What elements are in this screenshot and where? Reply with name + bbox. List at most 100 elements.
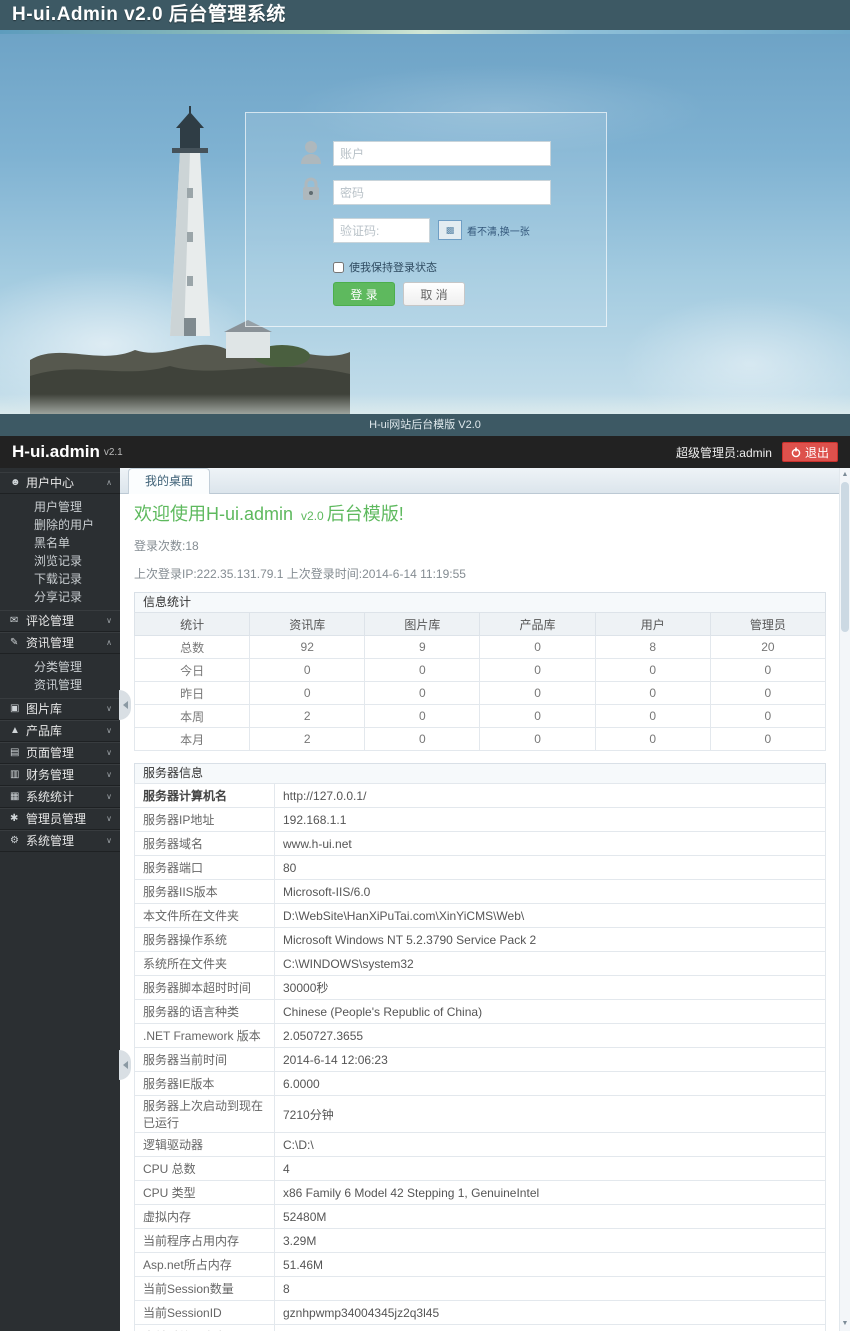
sidebar-item-2[interactable]: ✎资讯管理∧ [0,632,120,654]
scrollbar-thumb[interactable] [841,482,849,632]
sidebar-item-label: 页面管理 [26,743,106,763]
server-label-cell: 服务器域名 [135,832,275,856]
stats-row: 今日00000 [135,659,826,682]
admin-key-icon: ✱ [10,809,26,829]
stats-cell: 0 [365,728,480,751]
captcha-refresh-link[interactable]: 看不清,换一张 [467,223,530,238]
sidebar-item-label: 产品库 [26,721,106,741]
remember-me-row: 使我保持登录状态 [333,259,437,275]
logout-button[interactable]: 退出 [782,442,838,462]
stats-cell: 92 [250,636,365,659]
server-label-cell: 系统所在文件夹 [135,952,275,976]
last-login-text: 上次登录IP:222.35.131.79.1 上次登录时间:2014-6-14 … [134,565,826,582]
captcha-input[interactable] [333,218,430,243]
password-input[interactable] [333,180,551,205]
sidebar-item-label: 用户中心 [26,473,106,493]
sidebar-item-9[interactable]: ⚙系统管理∨ [0,830,120,852]
server-row: 服务器脚本超时时间30000秒 [135,976,826,1000]
comment-icon: ✉ [10,611,26,631]
stats-cell: 2 [250,705,365,728]
stats-section: 信息统计 统计资讯库图片库产品库用户管理员总数9290820今日00000昨日0… [134,592,826,751]
admin-body: ☻用户中心∧ 用户管理删除的用户黑名单浏览记录下载记录分享记录 ✉评论管理∨✎资讯管… [0,468,850,1331]
tab-0[interactable]: 我的桌面 [128,468,210,494]
product-icon: ▲ [10,721,26,741]
server-label-cell: 本文件所在文件夹 [135,904,275,928]
server-row: 服务器操作系统Microsoft Windows NT 5.2.3790 Ser… [135,928,826,952]
stats-cell: 0 [480,636,595,659]
sidebar-item-label: 系统统计 [26,787,106,807]
server-row: 当前系统用户名NETWORK SERVICE [135,1325,826,1331]
sidebar-subitem[interactable]: 用户管理 [0,498,120,516]
server-label-cell: 服务器IIS版本 [135,880,275,904]
sidebar-subitem[interactable]: 分享记录 [0,588,120,606]
server-value-cell: 8 [275,1277,826,1301]
stats-cell: 0 [595,728,710,751]
scroll-up-arrow-icon[interactable]: ▲ [840,469,850,481]
vertical-scrollbar[interactable]: ▲ ▼ [839,468,850,1331]
stats-header-cell: 资讯库 [250,613,365,636]
sidebar-submenu: 分类管理资讯管理 [0,654,120,698]
stats-cell: 0 [480,682,595,705]
sidebar-item-3[interactable]: ▣图片库∨ [0,698,120,720]
stats-header-cell: 用户 [595,613,710,636]
server-label-cell: 服务器操作系统 [135,928,275,952]
server-value-cell: Microsoft-IIS/6.0 [275,880,826,904]
sidebar-item-6[interactable]: ▥财务管理∨ [0,764,120,786]
welcome-prefix: 欢迎使用H-ui.admin [134,504,298,524]
stats-cell: 昨日 [135,682,250,705]
sidebar-item-8[interactable]: ✱管理员管理∨ [0,808,120,830]
sidebar-subitem[interactable]: 浏览记录 [0,552,120,570]
sidebar-item-7[interactable]: ▦系统统计∨ [0,786,120,808]
server-label-cell: 服务器端口 [135,856,275,880]
login-button[interactable]: 登 录 [333,282,395,306]
sidebar-subitem[interactable]: 下载记录 [0,570,120,588]
remember-me-checkbox[interactable] [333,262,344,273]
scroll-down-arrow-icon[interactable]: ▼ [840,1318,850,1330]
sidebar-group-6: ▥财务管理∨ [0,764,120,786]
chevron-down-icon: ∨ [106,743,112,763]
server-row: .NET Framework 版本2.050727.3655 [135,1024,826,1048]
user-icon [298,139,324,170]
screen: H-ui.Admin v2.0 后台管理系统 [0,0,850,1331]
server-row: 系统所在文件夹C:\WINDOWS\system32 [135,952,826,976]
stats-cell: 2 [250,728,365,751]
server-value-cell: gznhpwmp34004345jz2q3l45 [275,1301,826,1325]
sidebar-item-1[interactable]: ✉评论管理∨ [0,610,120,632]
sidebar-item-4[interactable]: ▲产品库∨ [0,720,120,742]
server-value-cell: 80 [275,856,826,880]
server-label-cell: Asp.net所占内存 [135,1253,275,1277]
admin-logo: H-ui.admin [12,442,100,462]
stats-cell: 总数 [135,636,250,659]
server-value-cell: 4 [275,1157,826,1181]
stats-header-cell: 产品库 [480,613,595,636]
stats-cell: 0 [250,682,365,705]
shore-decoration [0,394,850,414]
stats-cell: 0 [595,705,710,728]
sidebar-subitem[interactable]: 删除的用户 [0,516,120,534]
server-label-cell: 虚拟内存 [135,1205,275,1229]
server-value-cell: 3.29M [275,1229,826,1253]
pages-icon: ▤ [10,743,26,763]
content-area: 我的桌面 欢迎使用H-ui.admin v2.0后台模版! 登录次数:18 上次… [120,468,850,1331]
server-row: 服务器IIS版本Microsoft-IIS/6.0 [135,880,826,904]
sidebar-item-0[interactable]: ☻用户中心∧ [0,472,120,494]
stats-cell: 0 [365,682,480,705]
cancel-button[interactable]: 取 消 [403,282,465,306]
server-row: CPU 类型x86 Family 6 Model 42 Stepping 1, … [135,1181,826,1205]
username-input[interactable] [333,141,551,166]
sidebar-subitem[interactable]: 资讯管理 [0,676,120,694]
stats-cell: 9 [365,636,480,659]
login-page-title: H-ui.Admin v2.0 后台管理系统 [0,0,850,30]
captcha-image[interactable]: ▩ [438,220,462,240]
sidebar-subitem[interactable]: 黑名单 [0,534,120,552]
remember-me-label: 使我保持登录状态 [349,259,437,275]
chevron-down-icon: ∨ [106,611,112,631]
sidebar-item-5[interactable]: ▤页面管理∨ [0,742,120,764]
chevron-up-icon: ∧ [106,473,112,493]
sidebar-subitem[interactable]: 分类管理 [0,658,120,676]
logout-label: 退出 [805,444,829,461]
sidebar-group-2: ✎资讯管理∧分类管理资讯管理 [0,632,120,698]
server-row: 本文件所在文件夹D:\WebSite\HanXiPuTai.com\XinYiC… [135,904,826,928]
server-value-cell: Microsoft Windows NT 5.2.3790 Service Pa… [275,928,826,952]
stats-header-cell: 统计 [135,613,250,636]
